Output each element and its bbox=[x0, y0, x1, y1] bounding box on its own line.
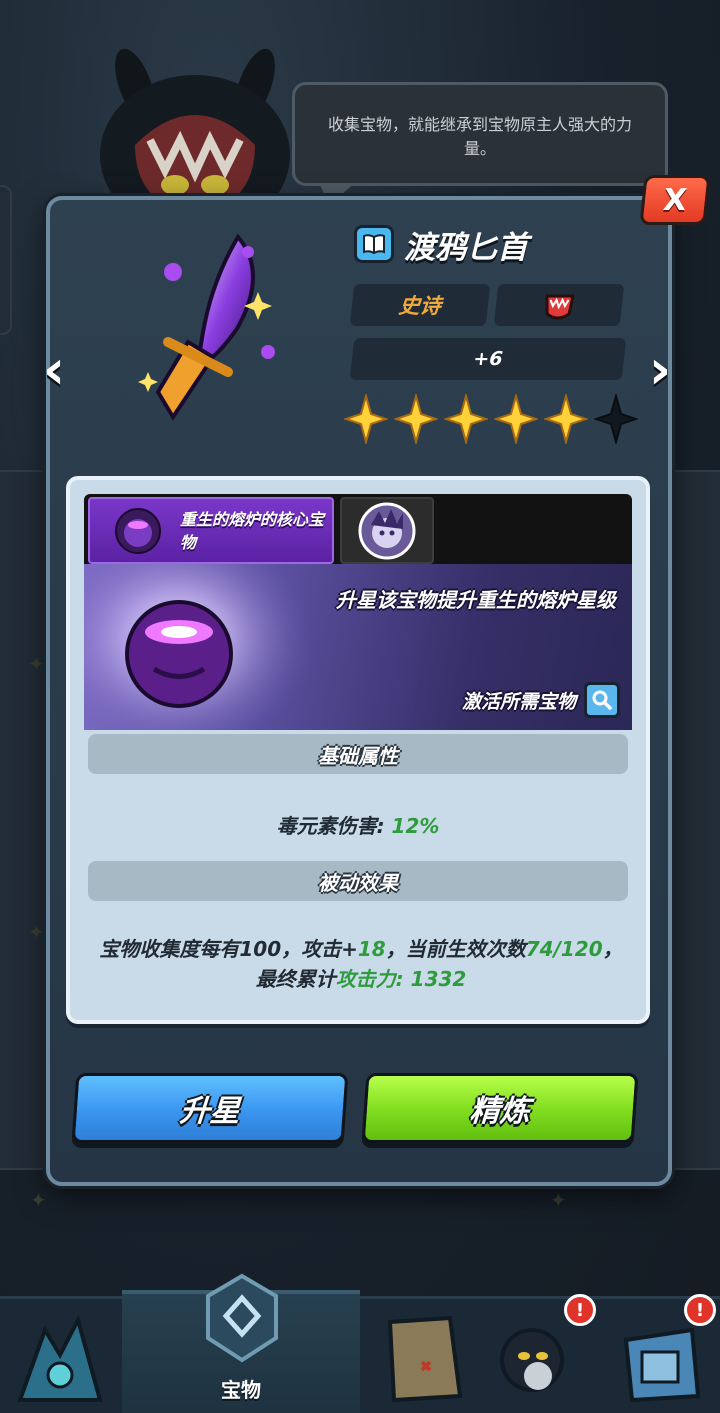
passive-part2: ，当前生效次数 bbox=[385, 937, 526, 961]
passive-effect-text: 宝物收集度每有100，攻击+18，当前生效次数74/120，最终累计攻击力: 1… bbox=[96, 934, 626, 994]
poison-damage-stat: 毒元素伤害: 12% bbox=[88, 810, 628, 839]
banner-text: 升星该宝物提升重生的熔炉星级 bbox=[336, 588, 616, 612]
required-treasures-link[interactable]: 激活所需宝物 bbox=[462, 682, 620, 718]
base-attributes-header: 基础属性 bbox=[88, 734, 628, 774]
next-arrow-button[interactable]: › bbox=[640, 343, 680, 397]
close-button[interactable]: X bbox=[639, 175, 711, 225]
required-treasures-label: 激活所需宝物 bbox=[461, 690, 576, 713]
item-title-row: 渡鸦匕首 bbox=[354, 224, 528, 266]
chevron-left-icon: ‹ bbox=[42, 338, 66, 401]
book-icon[interactable] bbox=[354, 225, 394, 263]
tab-character[interactable] bbox=[340, 497, 434, 564]
passive-effect-title: 被动效果 bbox=[318, 870, 398, 895]
tab-label: 重生的熔炉的核心宝物 bbox=[180, 509, 325, 552]
rarity-badge: 史诗 bbox=[349, 284, 491, 326]
speech-text: 收集宝物，就能继承到宝物原主人强大的力量。 bbox=[327, 115, 632, 158]
passive-effect-header: 被动效果 bbox=[88, 861, 628, 901]
treasure-banner: 升星该宝物提升重生的熔炉星级 激活所需宝物 bbox=[84, 564, 632, 730]
speech-bubble: 收集宝物，就能继承到宝物原主人强大的力量。 bbox=[292, 82, 668, 205]
background-star-icon: ✦ bbox=[550, 1188, 567, 1212]
star-filled-icon bbox=[494, 394, 538, 444]
background-panel bbox=[0, 470, 50, 1170]
chevron-right-icon: › bbox=[648, 338, 672, 401]
nav-map-tab[interactable] bbox=[362, 1300, 480, 1413]
close-icon: X bbox=[661, 182, 689, 218]
level-badge: +6 bbox=[349, 338, 627, 380]
rarity-label: 史诗 bbox=[397, 294, 443, 318]
background-star-icon: ✦ bbox=[28, 920, 45, 944]
raven-dagger-icon bbox=[138, 233, 275, 421]
treasure-nav-icon bbox=[206, 1273, 278, 1363]
level-label: +6 bbox=[472, 348, 504, 370]
star-up-button[interactable]: 升星 bbox=[71, 1073, 349, 1143]
furnace-icon bbox=[115, 507, 161, 554]
star-empty-icon bbox=[594, 394, 638, 444]
passive-part1: 宝物收集度每有100，攻击+ bbox=[99, 937, 358, 961]
map-icon bbox=[387, 1315, 463, 1403]
character-portrait-icon bbox=[358, 502, 416, 559]
star-filled-icon bbox=[344, 394, 388, 444]
passive-count: 74/120 bbox=[525, 937, 603, 961]
faction-badge bbox=[493, 284, 625, 326]
background-panel bbox=[0, 185, 12, 335]
background-star-icon: ✦ bbox=[30, 1188, 47, 1212]
search-button[interactable] bbox=[584, 682, 620, 718]
search-icon bbox=[592, 690, 612, 710]
base-attributes-title: 基础属性 bbox=[318, 743, 398, 768]
background-panel bbox=[668, 470, 720, 1170]
stat-name: 毒元素伤害: bbox=[276, 814, 392, 838]
nav-crystal-tab[interactable] bbox=[0, 1300, 118, 1413]
item-name: 渡鸦匕首 bbox=[404, 229, 528, 266]
star-filled-icon bbox=[444, 394, 488, 444]
star-rating bbox=[344, 394, 638, 444]
background-star-icon: ✦ bbox=[28, 652, 45, 676]
star-filled-icon bbox=[544, 394, 588, 444]
monster-mouth-icon bbox=[545, 294, 575, 320]
prev-arrow-button[interactable]: ‹ bbox=[34, 343, 74, 397]
notification-badge: ! bbox=[564, 1294, 596, 1326]
passive-total: 攻击力: 1332 bbox=[335, 967, 467, 991]
star-filled-icon bbox=[394, 394, 438, 444]
refine-button[interactable]: 精炼 bbox=[361, 1073, 639, 1143]
notification-badge: ! bbox=[684, 1294, 716, 1326]
crystal-icon bbox=[17, 1314, 103, 1402]
furnace-core-icon bbox=[84, 564, 324, 730]
tab-core-treasure[interactable]: 重生的熔炉的核心宝物 bbox=[88, 497, 334, 564]
refine-label: 精炼 bbox=[468, 1094, 531, 1129]
star-up-label: 升星 bbox=[178, 1094, 241, 1129]
passive-attack-bonus: 18 bbox=[357, 937, 386, 961]
stat-value: 12% bbox=[391, 814, 440, 838]
nav-treasure-label: 宝物 bbox=[221, 1378, 261, 1402]
